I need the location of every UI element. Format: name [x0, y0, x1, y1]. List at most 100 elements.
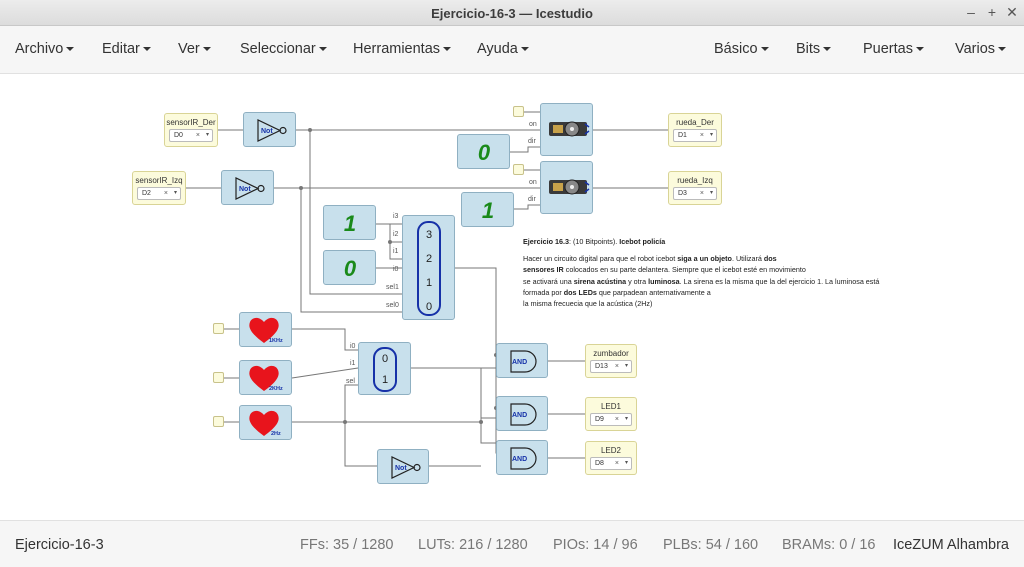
board-name[interactable]: IceZUM Alhambra — [893, 537, 1009, 553]
heart-label: 2KHz — [269, 386, 283, 392]
and-gate-icon: AND — [510, 403, 537, 426]
pin-value: D8 — [595, 460, 604, 467]
output-led2[interactable]: LED2 D8 × ▾ — [585, 441, 637, 475]
pin-select[interactable]: D13 × ▾ — [590, 360, 632, 373]
heartbeat-1khz[interactable]: 1KHz — [239, 312, 292, 347]
pin-select[interactable]: D9 × ▾ — [590, 413, 632, 426]
chevron-down-icon: ▾ — [709, 190, 713, 196]
heartbeat-2hz[interactable]: 2Hz — [239, 405, 292, 440]
note-text: y otra — [626, 276, 649, 286]
constant-icon: 1 — [344, 211, 356, 236]
note-text: : (10 Bitpoints). — [568, 237, 618, 246]
note-text: se activará una — [523, 276, 574, 286]
heart-enable-toggle[interactable] — [213, 416, 224, 427]
input-sensorir-der[interactable]: sensorIR_Der D0 × ▾ — [164, 113, 218, 147]
and-gate-icon: AND — [510, 447, 537, 470]
constant-value: 0 — [344, 256, 357, 281]
constant-block[interactable]: 1 — [461, 192, 514, 227]
mux-symbol: 0 1 — [373, 347, 397, 392]
output-led1[interactable]: LED1 D9 × ▾ — [585, 397, 637, 431]
constant-icon: 0 — [344, 256, 357, 281]
output-zumbador[interactable]: zumbador D13 × ▾ — [585, 344, 637, 378]
clear-icon[interactable]: × — [615, 361, 619, 372]
heartbeat-2khz[interactable]: 2KHz — [239, 360, 292, 395]
clear-icon[interactable]: × — [700, 130, 704, 141]
pin-value: D3 — [678, 190, 687, 197]
clear-icon[interactable]: × — [700, 188, 704, 199]
mux-value: 1 — [425, 277, 433, 289]
constant-block[interactable]: 0 — [457, 134, 510, 169]
port-label: i1 — [350, 360, 356, 367]
constant-block[interactable]: 0 — [323, 250, 376, 285]
and-gate-led1[interactable]: AND — [496, 396, 548, 431]
output-label: LED1 — [600, 402, 621, 411]
mux-value: 0 — [425, 301, 433, 313]
servo-on-toggle[interactable] — [513, 164, 524, 175]
input-sensorir-izq[interactable]: sensorIR_Izq D2 × ▾ — [132, 171, 186, 205]
port-label: i3 — [393, 213, 399, 220]
clear-icon[interactable]: × — [164, 188, 168, 199]
status-bar: Ejercicio-16-3 FFs: 35 / 1280 LUTs: 216 … — [0, 520, 1024, 567]
and-gate-zumbador[interactable]: AND — [496, 343, 548, 378]
port-label: on — [529, 121, 537, 128]
servo-on-toggle[interactable] — [513, 106, 524, 117]
gate-label: AND — [512, 456, 527, 463]
heart-icon: 2Hz — [249, 410, 281, 437]
output-rueda-der[interactable]: rueda_Der D1 × ▾ — [668, 113, 722, 147]
note-bold: siga a un objeto — [677, 254, 732, 264]
constant-icon: 0 — [478, 140, 491, 165]
input-label: sensorIR_Der — [166, 118, 216, 127]
and-gate-icon: AND — [510, 350, 537, 373]
clear-icon[interactable]: × — [615, 458, 619, 469]
chevron-down-icon: ▾ — [624, 460, 628, 466]
not-gate-bottom[interactable]: Not — [377, 449, 429, 484]
gate-label: Not — [395, 465, 407, 472]
output-label: rueda_Der — [676, 118, 714, 127]
not-gate-middle[interactable]: Not — [221, 170, 274, 205]
project-name: Ejercicio-16-3 — [15, 537, 104, 553]
chevron-down-icon: ▾ — [624, 416, 628, 422]
note-bold: dos LEDs — [563, 287, 597, 297]
mux-4-to-1[interactable]: 3 2 1 0 — [402, 215, 455, 320]
clear-icon[interactable]: × — [615, 414, 619, 425]
not-gate-icon: Not — [235, 177, 265, 200]
port-label: sel1 — [386, 284, 399, 291]
not-gate-top[interactable]: Not — [243, 112, 296, 147]
heart-enable-toggle[interactable] — [213, 323, 224, 334]
mux-value: 2 — [425, 253, 433, 265]
servo-right[interactable] — [540, 103, 593, 156]
heart-enable-toggle[interactable] — [213, 372, 224, 383]
note-line: sensores IR colocados en su parte delant… — [523, 264, 923, 275]
exercise-note[interactable]: Ejercicio 16.3: (10 Bitpoints). Icebot p… — [523, 236, 923, 309]
servo-left[interactable] — [540, 161, 593, 214]
pin-select[interactable]: D3 × ▾ — [673, 187, 717, 200]
plbs-usage: PLBs: 54 / 160 — [663, 537, 759, 553]
not-gate-icon: Not — [391, 456, 421, 479]
port-label: dir — [528, 138, 536, 145]
mux-2-to-1[interactable]: 0 1 — [358, 342, 411, 395]
port-label: i0 — [393, 266, 399, 273]
pin-select[interactable]: D2 × ▾ — [137, 187, 181, 200]
mux-value: 0 — [381, 353, 389, 365]
clear-icon[interactable]: × — [196, 130, 200, 141]
note-bold: sensores IR — [523, 265, 564, 275]
heart-icon: 1KHz — [249, 317, 283, 344]
note-text: colocados en su parte delantera. Siempre… — [563, 265, 806, 275]
pin-select[interactable]: D1 × ▾ — [673, 129, 717, 142]
mux-value: 3 — [425, 229, 433, 241]
port-label: i2 — [393, 231, 399, 238]
note-text: que parpadean anternativamente a — [596, 287, 711, 297]
output-rueda-izq[interactable]: rueda_Izq D3 × ▾ — [668, 171, 722, 205]
heart-label: 1KHz — [269, 338, 283, 344]
constant-value: 0 — [478, 140, 491, 165]
note-text: . La sirena es la misma que la del ejerc… — [679, 276, 880, 286]
constant-value: 1 — [482, 198, 494, 223]
constant-block[interactable]: 1 — [323, 205, 376, 240]
note-line: se activará una sirena acústina y otra l… — [523, 276, 923, 287]
pin-select[interactable]: D8 × ▾ — [590, 457, 632, 470]
pin-select[interactable]: D0 × ▾ — [169, 129, 213, 142]
and-gate-led2[interactable]: AND — [496, 440, 548, 475]
note-line: formada por dos LEDs que parpadean anter… — [523, 287, 923, 298]
output-label: LED2 — [600, 446, 621, 455]
heart-icon: 2KHz — [249, 365, 283, 392]
